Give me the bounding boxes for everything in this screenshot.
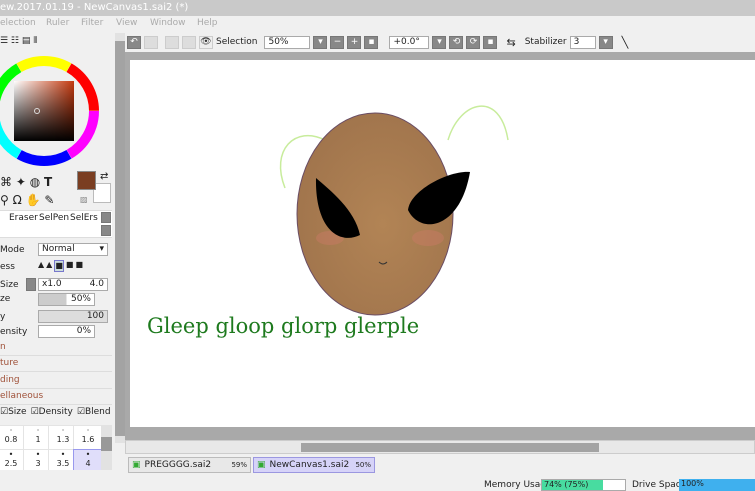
canvas-area: Gleep gloop glorp glerple <box>125 52 755 440</box>
preset-checks: ☑Size ☑Density ☑Blend <box>0 407 111 417</box>
canvas[interactable]: Gleep gloop glorp glerple <box>130 60 755 427</box>
deselect-button[interactable] <box>165 35 179 49</box>
rotate-reset-button[interactable]: ▪ <box>483 35 498 49</box>
rotate-left-button[interactable]: ⟲ <box>449 35 464 49</box>
menu-window[interactable]: Window <box>150 18 186 28</box>
menu-help[interactable]: Help <box>197 18 218 28</box>
brush-list-scroll-down[interactable] <box>101 225 111 236</box>
bucket-tool-icon[interactable]: ◍ <box>30 175 40 189</box>
eyedropper-icon[interactable]: ✎ <box>44 193 54 207</box>
stabilizer-label: Stabilizer <box>524 37 567 47</box>
section-blending[interactable]: ding <box>0 373 112 389</box>
min-density-slider[interactable]: 0% <box>38 325 95 338</box>
size-preset-grid: · 0.8 · 1 · 1.3 · 1.6 • 2.5 • 3 • 3.5 • 4 <box>0 425 112 470</box>
rotation-dropdown-icon[interactable]: ▾ <box>432 35 447 49</box>
selection-visibility-icon[interactable]: 👁 <box>199 35 213 49</box>
title-bar: ew.2017.01.19 - NewCanvas1.sai2 (*) <box>0 0 755 16</box>
rotate-right-button[interactable]: ⟳ <box>466 35 481 49</box>
file-icon: ▣ <box>257 460 266 470</box>
antenna-right <box>447 105 509 141</box>
zoom-in-button[interactable]: + <box>347 35 362 49</box>
section-shape[interactable]: n <box>0 340 112 356</box>
rotate-tool-icon[interactable]: Ω <box>13 193 22 207</box>
menu-bar: election Ruler Filter View Window Help <box>0 16 755 32</box>
canvas-text: Gleep gloop glorp glerple <box>147 314 420 338</box>
invert-selection-button[interactable] <box>182 35 196 49</box>
menu-selection[interactable]: election <box>0 18 36 28</box>
zoom-reset-button[interactable]: ▪ <box>364 35 379 49</box>
canvas-toolbar: ↶ 👁 Selection 50% ▾ − + ▪ +0.0° ▾ ⟲ ⟳ ▪ … <box>125 33 755 51</box>
drive-bar: 100% <box>679 479 755 491</box>
check-density[interactable]: ☑Density <box>31 407 73 417</box>
brush-eraser[interactable]: Eraser <box>9 213 38 223</box>
canvas-hscrollbar[interactable] <box>125 440 755 454</box>
stabilizer-dropdown-icon[interactable]: ▾ <box>598 35 613 49</box>
color-wheel[interactable] <box>0 55 100 167</box>
size-preset-selected[interactable]: • 4 <box>73 449 103 470</box>
text-tool-icon[interactable]: T <box>44 175 52 189</box>
zoom-out-button[interactable]: − <box>330 35 345 49</box>
preset-scrollbar[interactable] <box>101 425 112 470</box>
color-mode-icons[interactable]: ☰ ☷ ▤ ⦀ <box>0 36 37 46</box>
memory-bar: 74% (75%) <box>541 479 626 491</box>
size-mode-dropdown[interactable] <box>26 278 36 291</box>
brush-selers[interactable]: SelErs <box>70 213 98 223</box>
brush-list-scroll-up[interactable] <box>101 212 111 223</box>
brush-selpen[interactable]: SelPen <box>39 213 69 223</box>
file-icon: ▣ <box>132 460 141 470</box>
magic-wand-icon[interactable]: ✦ <box>16 175 26 189</box>
section-miscellaneous[interactable]: ellaneous <box>0 389 112 405</box>
rotation-select[interactable]: +0.0° <box>389 35 430 49</box>
hand-tool-icon[interactable]: ✋ <box>26 193 41 207</box>
selection-label: Selection <box>216 37 258 47</box>
check-size[interactable]: ☑Size <box>0 407 27 417</box>
undo-button[interactable]: ↶ <box>127 35 141 49</box>
min-size-slider[interactable]: 50% <box>38 293 95 306</box>
density-slider[interactable]: 100 <box>38 310 108 323</box>
drawing <box>279 105 509 316</box>
lasso-tool-icon[interactable]: ⌘ <box>0 175 12 189</box>
blend-mode-select[interactable]: Normal ▾ <box>38 243 108 256</box>
zoom-dropdown-icon[interactable]: ▾ <box>313 35 328 49</box>
check-blend[interactable]: ☑Blend <box>77 407 111 417</box>
left-panel: ☰ ☷ ▤ ⦀ ⌘ ✦ ◍ T ⚲ Ω ✋ ✎ ⇄ ▨ Eraser SelPe… <box>0 33 115 470</box>
tool-grid: ⌘ ✦ ◍ T ⚲ Ω ✋ ✎ <box>0 173 70 209</box>
brush-tool-list: Eraser SelPen SelErs <box>0 210 112 238</box>
zoom-tool-icon[interactable]: ⚲ <box>0 193 9 207</box>
window-title: ew.2017.01.19 - NewCanvas1.sai2 (*) <box>0 2 189 13</box>
menu-filter[interactable]: Filter <box>81 18 103 28</box>
hardness-selector[interactable]: ▲ ▲ ■ ■ ■ <box>38 260 108 272</box>
transparent-color-icon[interactable]: ▨ <box>80 195 88 204</box>
primary-color-swatch[interactable] <box>77 171 96 190</box>
doc-tab[interactable]: ▣ PREGGGG.sai2 59% <box>128 457 251 473</box>
redo-button[interactable] <box>144 35 158 49</box>
menu-view[interactable]: View <box>116 18 137 28</box>
swap-colors-icon[interactable]: ⇄ <box>100 171 108 182</box>
line-tool-icon[interactable]: ╲ <box>622 36 629 49</box>
size-input[interactable]: x1.0 4.0 <box>38 278 108 291</box>
left-panel-scrollbar[interactable] <box>115 33 125 443</box>
section-texture[interactable]: ture <box>0 356 112 372</box>
doc-tab-active[interactable]: ▣ NewCanvas1.sai2 50% <box>253 457 375 473</box>
stabilizer-select[interactable]: 3 <box>569 35 596 49</box>
menu-ruler[interactable]: Ruler <box>46 18 69 28</box>
flip-icon[interactable]: ⇆ <box>506 36 515 49</box>
zoom-select[interactable]: 50% <box>264 35 311 49</box>
